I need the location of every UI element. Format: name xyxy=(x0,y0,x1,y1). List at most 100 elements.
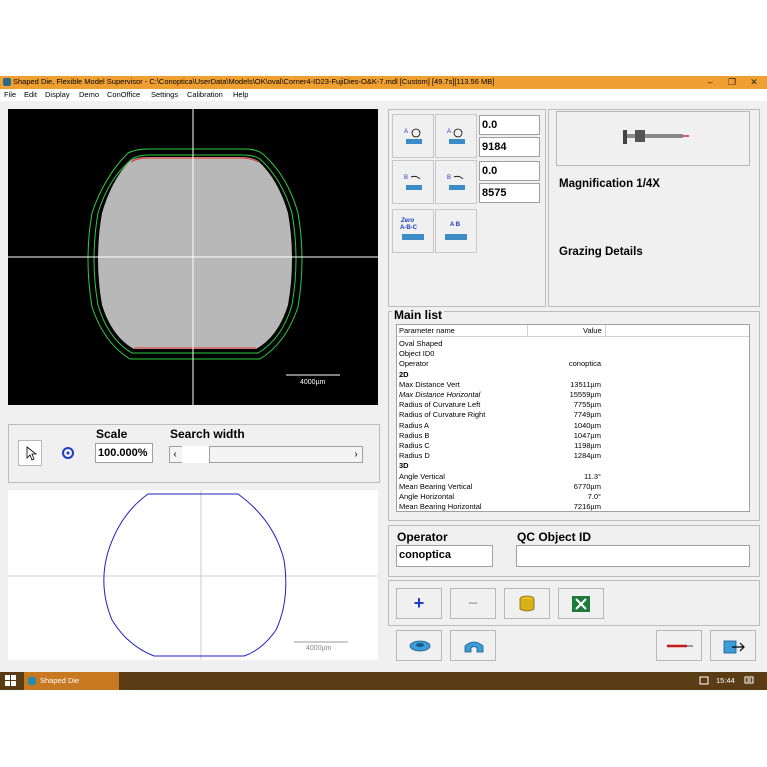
operator-label: Operator xyxy=(397,530,448,544)
menu-demo[interactable]: Demo xyxy=(79,90,99,99)
svg-text:B: B xyxy=(404,175,408,181)
list-row-name: Object ID0 xyxy=(399,349,435,359)
minimize-button[interactable]: – xyxy=(699,76,721,89)
main-list-title: Main list xyxy=(392,308,445,322)
excel-export-button[interactable] xyxy=(558,588,604,619)
readout-a2: 9184 xyxy=(479,137,540,157)
readout-b1: 0.0 xyxy=(479,161,540,181)
menu-file[interactable]: File xyxy=(4,90,16,99)
svg-text:B: B xyxy=(447,175,451,181)
measure-icon xyxy=(667,644,693,648)
list-row-value: 7.0° xyxy=(587,492,601,501)
list-row-value: 15559µm xyxy=(569,390,601,399)
database-button[interactable] xyxy=(504,588,550,619)
list-row-name: Oval Shaped xyxy=(399,339,443,348)
remove-button[interactable]: − xyxy=(450,588,496,619)
taskbar-app-label: Shaped Die xyxy=(40,676,80,685)
list-row-name: Radius A xyxy=(399,420,430,430)
scale-label: Scale xyxy=(96,427,128,441)
close-button[interactable]: ✕ xyxy=(743,76,765,89)
taskbar-app-icon xyxy=(28,677,36,685)
list-row-name: 3D xyxy=(399,461,409,471)
operator-input[interactable]: conoptica xyxy=(396,545,493,567)
maximize-button[interactable]: ❐ xyxy=(721,76,743,89)
menu-settings[interactable]: Settings xyxy=(151,90,178,99)
add-button[interactable]: + xyxy=(396,588,442,619)
zero-label: Zero xyxy=(401,218,415,224)
scale-input[interactable]: 100.000% xyxy=(95,443,153,463)
taskbar: Shaped Die 15:44 xyxy=(0,672,767,690)
ab-gauge-icon xyxy=(445,234,467,240)
measure-button[interactable] xyxy=(656,630,702,661)
list-row-name: Angle Vertical xyxy=(399,471,445,481)
qc-object-id-label: QC Object ID xyxy=(517,530,592,544)
profile-view: 4000µm xyxy=(8,490,378,660)
list-row-value: 7749µm xyxy=(573,410,601,420)
menu-display[interactable]: Display xyxy=(45,90,70,99)
title-bar: Shaped Die, Flexible Model Supervisor - … xyxy=(0,76,767,89)
list-row-name: Radius C xyxy=(399,441,430,450)
list-row-name: Radius of Curvature Left xyxy=(399,400,481,410)
set-a-left-button[interactable]: A xyxy=(392,114,434,158)
camera-scale-label: 4000µm xyxy=(300,379,326,386)
zero-abc-button[interactable]: Zero A-B-C xyxy=(392,209,434,253)
readout-a1: 0.0 xyxy=(479,115,540,135)
notification-tray-icon[interactable] xyxy=(699,676,709,686)
list-row-value: 6770µm xyxy=(573,481,601,491)
profile-plot xyxy=(8,490,378,660)
action-center-icon[interactable] xyxy=(744,676,754,686)
taskbar-app-button[interactable]: Shaped Die xyxy=(24,672,119,690)
clock: 15:44 xyxy=(716,676,735,685)
caliper-button[interactable] xyxy=(556,111,750,166)
set-b-right-button[interactable]: B xyxy=(435,160,477,204)
profile-scale-label: 4000µm xyxy=(306,645,332,652)
list-row-value: conoptica xyxy=(568,359,601,369)
die-object xyxy=(98,157,292,349)
exit-button[interactable] xyxy=(710,630,756,661)
list-row-value: 1198µm xyxy=(574,441,601,450)
menu-edit[interactable]: Edit xyxy=(24,90,37,99)
menu-help[interactable]: Help xyxy=(233,90,248,99)
list-row-name: Max Distance Vert xyxy=(399,379,460,389)
set-b-left-button[interactable]: B xyxy=(392,160,434,204)
readout-b2: 8575 xyxy=(479,183,540,203)
pointer-tool[interactable] xyxy=(18,440,42,466)
svg-text:A: A xyxy=(404,129,408,135)
ab-button[interactable]: A B xyxy=(435,209,477,253)
list-row-name: Max Distance Horizontal xyxy=(399,390,481,399)
database-icon xyxy=(519,595,535,612)
list-row-value: 7755µm xyxy=(573,400,601,410)
menu-calibration[interactable]: Calibration xyxy=(187,90,223,99)
search-width-label: Search width xyxy=(170,427,245,441)
ab-label: A B xyxy=(450,222,461,228)
menu-bar: File Edit Display Demo ConOffice Setting… xyxy=(0,89,767,101)
list-row-name: Radius D xyxy=(399,451,430,461)
list-row-value: 13511µm xyxy=(570,379,601,389)
list-row-value: 1047µm xyxy=(573,430,601,440)
die-view-button[interactable] xyxy=(396,630,442,661)
list-row-name: Radius B xyxy=(399,430,430,440)
refresh-icon[interactable] xyxy=(60,445,76,461)
list-row-name: Mean Bearing Vertical xyxy=(399,481,473,491)
qc-object-id-input[interactable] xyxy=(516,545,750,567)
zero-sub-label: A-B-C xyxy=(400,225,417,231)
die-section-button[interactable] xyxy=(450,630,496,661)
menu-conoffice[interactable]: ConOffice xyxy=(107,90,140,99)
camera-view[interactable]: 4000µm xyxy=(8,109,378,405)
slider-left-arrow[interactable]: ‹ xyxy=(170,447,180,462)
list-row-value: 1040µm xyxy=(573,420,601,430)
start-icon[interactable] xyxy=(5,675,17,687)
excel-icon xyxy=(572,596,590,612)
set-a-right-button[interactable]: A xyxy=(435,114,477,158)
list-row-name: 2D xyxy=(399,369,409,379)
list-row-value: 11.3° xyxy=(583,471,601,481)
svg-text:A: A xyxy=(447,129,451,135)
caliper-icon xyxy=(623,130,689,144)
slider-right-arrow[interactable]: › xyxy=(351,447,361,462)
slider-thumb[interactable] xyxy=(182,446,210,463)
window-title: Shaped Die, Flexible Model Supervisor - … xyxy=(13,77,495,86)
exit-icon xyxy=(723,640,745,654)
main-list[interactable]: Parameter name Value Oval Shaped Object I… xyxy=(396,324,750,512)
app-icon xyxy=(3,78,11,86)
list-row-name: Mean Bearing Horizontal xyxy=(399,502,482,512)
